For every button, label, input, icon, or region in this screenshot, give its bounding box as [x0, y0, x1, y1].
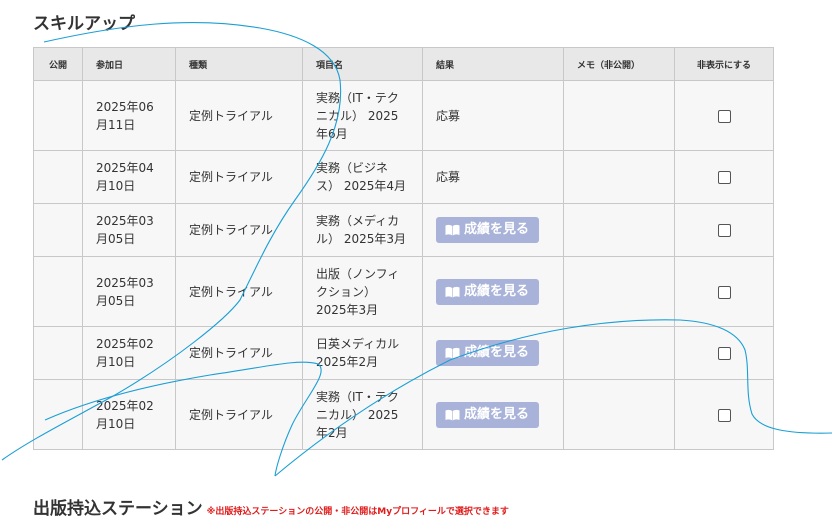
table-row: 2025年06月11日 定例トライアル 実務（IT・テクニカル） 2025年6月…	[33, 80, 774, 151]
cell-memo	[563, 256, 675, 327]
cell-item: 実務（IT・テクニカル） 2025年2月	[302, 379, 423, 450]
cell-memo	[563, 379, 675, 450]
cell-result: 成績を見る	[422, 256, 564, 327]
table-row: 2025年04月10日 定例トライアル 実務（ビジネス） 2025年4月 応募	[33, 150, 774, 204]
table-row: 2025年03月05日 定例トライアル 出版（ノンフィクション） 2025年3月…	[33, 256, 774, 327]
table-row: 2025年02月10日 定例トライアル 実務（IT・テクニカル） 2025年2月…	[33, 379, 774, 450]
table-header-row: 公開 参加日 種類 項目名 結果 メモ（非公開） 非表示にする	[33, 47, 774, 81]
cell-hide	[674, 326, 774, 380]
hide-row-checkbox[interactable]	[717, 224, 731, 237]
cell-public	[33, 80, 83, 151]
col-header-result: 結果	[422, 47, 564, 81]
view-results-button[interactable]: 成績を見る	[436, 340, 540, 366]
cell-result: 成績を見る	[422, 203, 564, 257]
hide-row-checkbox[interactable]	[717, 109, 731, 123]
open-book-icon	[445, 286, 460, 297]
cell-public	[33, 150, 83, 204]
view-results-label: 成績を見る	[464, 345, 530, 360]
cell-item: 実務（ビジネス） 2025年4月	[302, 150, 423, 204]
cell-item: 出版（ノンフィクション） 2025年3月	[302, 256, 423, 327]
cell-memo	[563, 80, 675, 151]
hide-row-checkbox[interactable]	[717, 408, 731, 422]
view-results-label: 成績を見る	[464, 222, 530, 237]
cell-memo	[563, 326, 675, 380]
open-book-icon	[445, 347, 460, 359]
cell-result: 成績を見る	[422, 379, 564, 450]
cell-public	[33, 379, 83, 450]
view-results-button[interactable]: 成績を見る	[436, 401, 540, 428]
col-header-kind: 種類	[175, 47, 303, 81]
station-title: 出版持込ステーション ※出版持込ステーションの公開・非公開はMyプロフィールで選択…	[33, 494, 509, 519]
col-header-memo: メモ（非公開）	[563, 47, 675, 81]
cell-item: 実務（メディカル） 2025年3月	[302, 203, 423, 257]
hide-row-checkbox[interactable]	[717, 285, 731, 299]
cell-result: 応募	[422, 150, 564, 204]
cell-hide	[674, 80, 774, 151]
cell-public	[33, 326, 83, 380]
cell-result: 応募	[422, 80, 564, 151]
cell-item: 日英メディカル 2025年2月	[302, 326, 423, 380]
col-header-public: 公開	[33, 47, 83, 81]
cell-memo	[563, 203, 675, 257]
col-header-date: 参加日	[82, 47, 176, 81]
cell-kind: 定例トライアル	[175, 379, 303, 450]
station-title-text: 出版持込ステーション	[33, 499, 203, 519]
cell-hide	[674, 150, 774, 204]
cell-result: 成績を見る	[422, 326, 564, 380]
cell-date: 2025年03月05日	[82, 203, 176, 257]
cell-date: 2025年03月05日	[82, 256, 176, 327]
col-header-item: 項目名	[302, 47, 423, 81]
col-header-hide: 非表示にする	[674, 47, 774, 81]
open-book-icon	[445, 224, 460, 236]
cell-kind: 定例トライアル	[175, 203, 303, 257]
cell-kind: 定例トライアル	[175, 256, 303, 327]
skillup-title: スキルアップ	[33, 14, 135, 34]
result-text: 応募	[436, 108, 461, 123]
cell-kind: 定例トライアル	[175, 80, 303, 151]
cell-memo	[563, 150, 675, 204]
view-results-label: 成績を見る	[464, 283, 530, 299]
result-text: 応募	[436, 170, 461, 184]
view-results-label: 成績を見る	[464, 406, 530, 422]
cell-date: 2025年06月11日	[82, 80, 176, 151]
cell-date: 2025年02月10日	[82, 379, 176, 450]
cell-public	[33, 256, 83, 327]
cell-hide	[674, 379, 774, 450]
station-visibility-note: ※出版持込ステーションの公開・非公開はMyプロフィールで選択できます	[206, 507, 509, 517]
cell-hide	[674, 203, 774, 257]
hide-row-checkbox[interactable]	[717, 347, 731, 360]
cell-date: 2025年04月10日	[82, 150, 176, 204]
cell-item: 実務（IT・テクニカル） 2025年6月	[302, 80, 423, 151]
hide-row-checkbox[interactable]	[717, 171, 731, 184]
open-book-icon	[445, 409, 460, 420]
view-results-button[interactable]: 成績を見る	[436, 278, 540, 305]
cell-kind: 定例トライアル	[175, 326, 303, 380]
table-row: 2025年02月10日 定例トライアル 日英メディカル 2025年2月 成績を見…	[33, 326, 774, 380]
table-row: 2025年03月05日 定例トライアル 実務（メディカル） 2025年3月 成績…	[33, 203, 774, 257]
cell-public	[33, 203, 83, 257]
cell-kind: 定例トライアル	[175, 150, 303, 204]
cell-date: 2025年02月10日	[82, 326, 176, 380]
cell-hide	[674, 256, 774, 327]
skillup-table: 公開 参加日 種類 項目名 結果 メモ（非公開） 非表示にする 2025年06月…	[33, 47, 774, 450]
view-results-button[interactable]: 成績を見る	[436, 217, 540, 243]
